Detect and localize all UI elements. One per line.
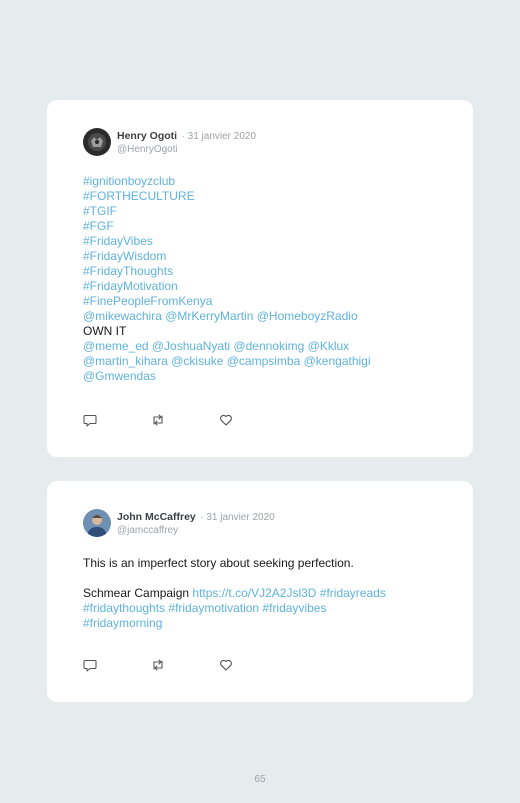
author-handle[interactable]: @HenryOgoti (117, 143, 256, 156)
tweet-line: This is an imperfect story about seeking… (83, 556, 386, 571)
tweet-text-segment: This is an imperfect story about seeking… (83, 556, 354, 570)
tweet-text-segment: Schmear Campaign (83, 586, 193, 600)
tweet-line (83, 571, 386, 586)
reply-icon[interactable] (83, 658, 97, 672)
like-icon[interactable] (219, 658, 233, 672)
tweet-line: #FinePeopleFromKenya (83, 294, 371, 309)
tweet-text: This is an imperfect story about seeking… (83, 556, 386, 631)
tweet-line: #FridayMotivation (83, 279, 371, 294)
tweet-link[interactable]: #TGIF (83, 204, 117, 218)
tweet-link[interactable]: @mikewachira @MrKerryMartin @HomeboyzRad… (83, 309, 358, 323)
tweet-link[interactable]: https://t.co/VJ2A2Jsl3D #fridayreads (192, 586, 385, 600)
tweet-line: @Gmwendas (83, 369, 371, 384)
tweet-line: #FridayVibes (83, 234, 371, 249)
tweet-line: @meme_ed @JoshuaNyati @dennokimg @Kklux (83, 339, 371, 354)
tweet-line: #FridayThoughts (83, 264, 371, 279)
author-name[interactable]: John McCaffrey (117, 511, 196, 523)
tweet-text-segment: OWN IT (83, 324, 127, 338)
tweet-date[interactable]: · 31 janvier 2020 (182, 131, 257, 142)
tweet-link[interactable]: @martin_kihara @ckisuke @campsimba @keng… (83, 354, 371, 368)
retweet-icon[interactable] (151, 413, 165, 427)
tweet-line: #TGIF (83, 204, 371, 219)
tweet-link[interactable]: #ignitionboyzclub (83, 174, 175, 188)
tweet-link[interactable]: #FridayVibes (83, 234, 153, 248)
tweet-link[interactable]: #FinePeopleFromKenya (83, 294, 212, 308)
tweet-link[interactable]: #FridayWisdom (83, 249, 166, 263)
tweet-link[interactable]: #FridayMotivation (83, 279, 178, 293)
tweet-link[interactable]: #FridayThoughts (83, 264, 173, 278)
tweet-card: Henry Ogoti · 31 janvier 2020 @HenryOgot… (47, 100, 473, 457)
tweet-line: #FGF (83, 219, 371, 234)
tweet-header: John McCaffrey · 31 janvier 2020 @jamcca… (83, 509, 275, 537)
page-number: 65 (254, 774, 266, 785)
tweet-date[interactable]: · 31 janvier 2020 (200, 512, 275, 523)
author-name[interactable]: Henry Ogoti (117, 130, 177, 142)
tweet-link[interactable]: @meme_ed @JoshuaNyati @dennokimg @Kklux (83, 339, 349, 353)
tweet-link[interactable]: #FORTHECULTURE (83, 189, 195, 203)
avatar[interactable] (83, 128, 111, 156)
tweet-line: @martin_kihara @ckisuke @campsimba @keng… (83, 354, 371, 369)
reply-icon[interactable] (83, 413, 97, 427)
tweet-card: John McCaffrey · 31 janvier 2020 @jamcca… (47, 481, 473, 702)
retweet-icon[interactable] (151, 658, 165, 672)
tweet-link[interactable]: #fridaymorning (83, 616, 162, 630)
tweet-line: OWN IT (83, 324, 371, 339)
avatar[interactable] (83, 509, 111, 537)
tweet-header: Henry Ogoti · 31 janvier 2020 @HenryOgot… (83, 128, 256, 156)
like-icon[interactable] (219, 413, 233, 427)
tweet-line: #fridaythoughts #fridaymotivation #frida… (83, 601, 386, 616)
tweet-line: #FORTHECULTURE (83, 189, 371, 204)
tweet-link[interactable]: #FGF (83, 219, 114, 233)
tweet-actions (83, 658, 233, 672)
tweet-line: #fridaymorning (83, 616, 386, 631)
tweet-line: Schmear Campaign https://t.co/VJ2A2Jsl3D… (83, 586, 386, 601)
author-handle[interactable]: @jamccaffrey (117, 524, 275, 537)
tweet-actions (83, 413, 233, 427)
tweet-line: #FridayWisdom (83, 249, 371, 264)
tweet-text: #ignitionboyzclub #FORTHECULTURE #TGIF #FGF… (83, 174, 371, 384)
tweet-link[interactable]: #fridaythoughts #fridaymotivation #frida… (83, 601, 326, 615)
tweet-line: @mikewachira @MrKerryMartin @HomeboyzRad… (83, 309, 371, 324)
tweet-link[interactable]: @Gmwendas (83, 369, 156, 383)
tweet-line: #ignitionboyzclub (83, 174, 371, 189)
